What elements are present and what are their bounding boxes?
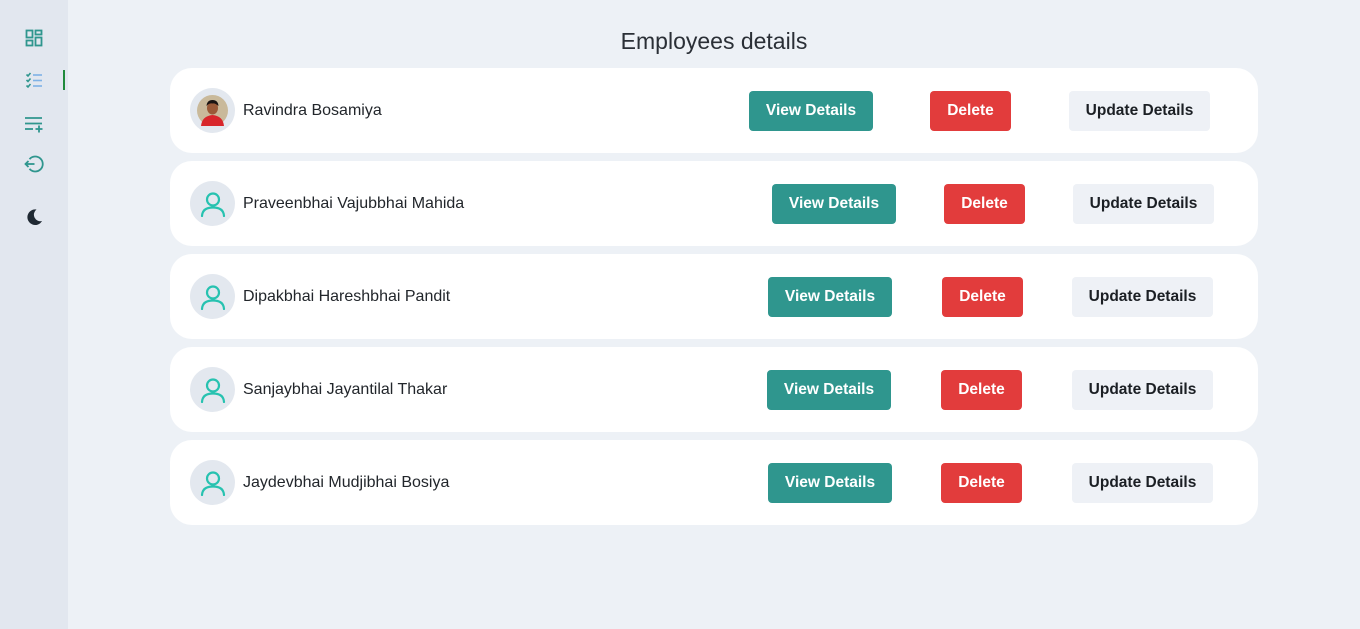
employee-card: Sanjaybhai Jayantilal Thakar View Detail… xyxy=(170,347,1258,432)
sidebar xyxy=(0,0,68,629)
view-details-button[interactable]: View Details xyxy=(772,184,896,224)
view-details-button[interactable]: View Details xyxy=(768,277,892,317)
avatar xyxy=(190,460,235,505)
avatar xyxy=(190,181,235,226)
delete-button[interactable]: Delete xyxy=(930,91,1011,131)
moon-icon xyxy=(25,208,43,226)
employee-name: Ravindra Bosamiya xyxy=(243,101,382,119)
delete-button[interactable]: Delete xyxy=(942,277,1023,317)
nav-theme-toggle[interactable] xyxy=(0,200,68,234)
user-icon xyxy=(200,284,225,310)
employee-name: Jaydevbhai Mudjibhai Bosiya xyxy=(243,473,450,491)
update-details-button[interactable]: Update Details xyxy=(1072,277,1213,317)
employee-card: Ravindra Bosamiya View Details Delete Up… xyxy=(170,68,1258,153)
delete-button[interactable]: Delete xyxy=(941,463,1022,503)
employee-name: Praveenbhai Vajubbhai Mahida xyxy=(243,194,465,212)
delete-button[interactable]: Delete xyxy=(941,370,1022,410)
user-icon xyxy=(200,377,225,403)
update-details-button[interactable]: Update Details xyxy=(1072,463,1213,503)
user-icon xyxy=(200,470,225,496)
update-details-button[interactable]: Update Details xyxy=(1069,91,1210,131)
page-title: Employees details xyxy=(620,28,808,54)
employee-card: Jaydevbhai Mudjibhai Bosiya View Details… xyxy=(170,440,1258,525)
avatar xyxy=(190,88,235,133)
update-details-button[interactable]: Update Details xyxy=(1072,370,1213,410)
avatar xyxy=(190,367,235,412)
checklist-icon xyxy=(25,71,43,89)
employee-name: Sanjaybhai Jayantilal Thakar xyxy=(243,380,448,398)
view-details-button[interactable]: View Details xyxy=(768,463,892,503)
avatar xyxy=(190,274,235,319)
nav-checklist[interactable] xyxy=(0,63,68,97)
delete-button[interactable]: Delete xyxy=(944,184,1025,224)
view-details-button[interactable]: View Details xyxy=(749,91,873,131)
employee-card: Dipakbhai Hareshbhai Pandit View Details… xyxy=(170,254,1258,339)
nav-add-list[interactable] xyxy=(0,107,68,141)
employee-name: Dipakbhai Hareshbhai Pandit xyxy=(243,287,451,305)
view-details-button[interactable]: View Details xyxy=(767,370,891,410)
profile-photo xyxy=(197,95,228,126)
update-details-button[interactable]: Update Details xyxy=(1073,184,1214,224)
user-icon xyxy=(200,191,225,217)
nav-logout[interactable] xyxy=(0,147,68,181)
logout-icon xyxy=(24,155,44,173)
employee-card: Praveenbhai Vajubbhai Mahida View Detail… xyxy=(170,161,1258,246)
add-list-icon xyxy=(24,115,44,133)
